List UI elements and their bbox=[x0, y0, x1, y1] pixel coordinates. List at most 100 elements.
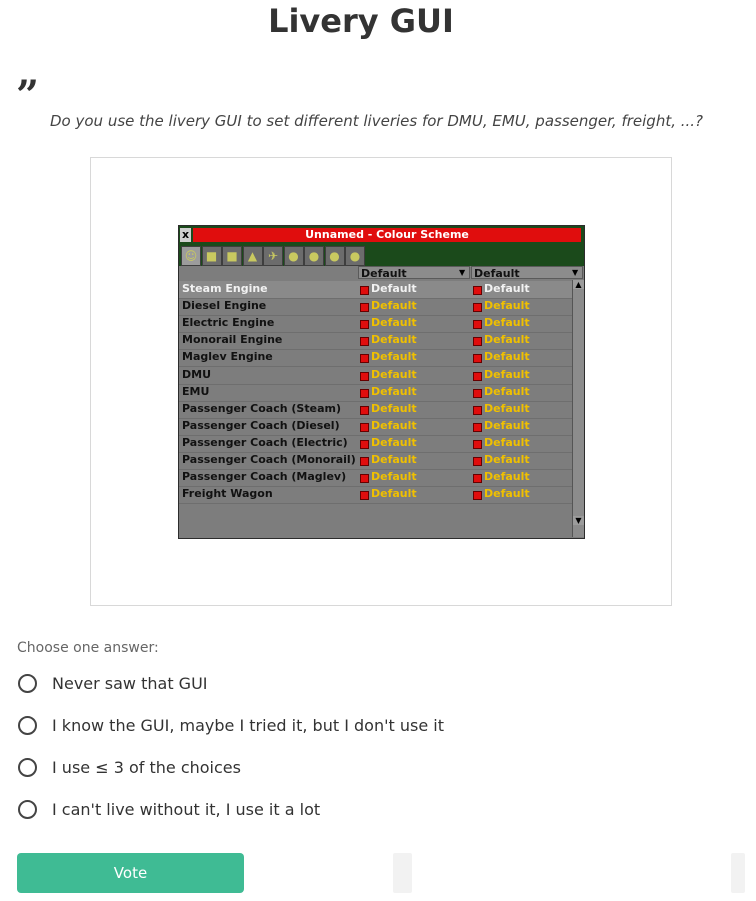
secondary-colour-value[interactable]: Default bbox=[484, 487, 530, 500]
primary-colour-value[interactable]: Default bbox=[371, 487, 417, 500]
livery-row-name: Passenger Coach (Diesel) bbox=[182, 418, 340, 432]
radio-button[interactable] bbox=[18, 800, 37, 819]
livery-row-name: Passenger Coach (Monorail) bbox=[182, 453, 356, 466]
primary-colour-swatch bbox=[360, 439, 369, 449]
primary-colour-header: Default ▼ bbox=[358, 266, 470, 280]
poll-option-label: I use ≤ 3 of the choices bbox=[52, 758, 241, 777]
secondary-colour-value[interactable]: Default bbox=[484, 385, 530, 398]
group-icon-1[interactable]: ● bbox=[283, 246, 304, 266]
livery-list-scrollbar: ▲ ▼ bbox=[572, 280, 584, 537]
secondary-colour-value[interactable]: Default bbox=[484, 436, 530, 449]
livery-row[interactable]: Monorail Engine Default Default bbox=[179, 332, 572, 351]
livery-row-name: Steam Engine bbox=[182, 282, 268, 295]
poll-option-label: I know the GUI, maybe I tried it, but I … bbox=[52, 716, 444, 735]
poll-option-3[interactable]: I use ≤ 3 of the choices bbox=[17, 756, 717, 782]
livery-row-name: Monorail Engine bbox=[182, 333, 283, 347]
close-icon: x bbox=[180, 228, 191, 242]
primary-colour-value[interactable]: Default bbox=[371, 368, 417, 381]
ship-icon[interactable]: ▲ bbox=[242, 246, 263, 266]
primary-colour-value[interactable]: Default bbox=[371, 282, 417, 295]
livery-row[interactable]: Passenger Coach (Diesel) Default Default bbox=[179, 418, 572, 436]
secondary-colour-swatch bbox=[473, 474, 482, 484]
secondary-colour-value[interactable]: Default bbox=[484, 282, 530, 295]
livery-row[interactable]: DMU Default Default bbox=[179, 367, 572, 385]
radio-button[interactable] bbox=[18, 758, 37, 777]
livery-row[interactable]: Diesel Engine Default Default bbox=[179, 298, 572, 317]
livery-row[interactable]: Maglev Engine Default Default bbox=[179, 349, 572, 368]
livery-row[interactable]: Passenger Coach (Electric) Default Default bbox=[179, 435, 572, 453]
livery-row[interactable]: Steam Engine Default Default bbox=[179, 281, 572, 299]
livery-row-name: Passenger Coach (Maglev) bbox=[182, 470, 347, 484]
livery-row-name: Electric Engine bbox=[182, 316, 275, 330]
secondary-colour-value[interactable]: Default bbox=[484, 368, 530, 381]
primary-colour-value[interactable]: Default bbox=[371, 299, 417, 312]
poll-option-2[interactable]: I know the GUI, maybe I tried it, but I … bbox=[17, 714, 717, 740]
livery-row[interactable]: EMU Default Default bbox=[179, 384, 572, 402]
secondary-colour-swatch bbox=[473, 457, 482, 466]
window-title: Unnamed - Colour Scheme bbox=[193, 228, 581, 242]
secondary-colour-value[interactable]: Default bbox=[484, 419, 530, 432]
chevron-down-icon: ▼ bbox=[459, 268, 466, 277]
livery-row-name: Passenger Coach (Steam) bbox=[182, 401, 341, 415]
group-icon-3[interactable]: ● bbox=[324, 246, 345, 266]
livery-row-name: DMU bbox=[182, 367, 212, 381]
train-icon[interactable]: ■ bbox=[201, 246, 222, 266]
secondary-colour-value[interactable]: Default bbox=[484, 333, 530, 346]
company-manager-icon[interactable]: ☺ bbox=[181, 246, 201, 266]
primary-colour-swatch bbox=[360, 371, 369, 381]
livery-row[interactable]: Freight Wagon Default Default bbox=[179, 486, 572, 505]
poll-title: Livery GUI bbox=[268, 2, 454, 40]
poll-option-4[interactable]: I can't live without it, I use it a lot bbox=[17, 798, 717, 824]
scroll-up-icon: ▲ bbox=[573, 280, 584, 289]
aircraft-icon[interactable]: ✈ bbox=[263, 246, 283, 266]
primary-colour-swatch bbox=[360, 303, 369, 313]
primary-colour-value[interactable]: Default bbox=[371, 402, 417, 415]
primary-colour-value[interactable]: Default bbox=[371, 436, 417, 449]
secondary-colour-swatch bbox=[473, 491, 482, 501]
primary-colour-value[interactable]: Default bbox=[371, 316, 417, 329]
primary-colour-value[interactable]: Default bbox=[371, 453, 417, 466]
primary-colour-value[interactable]: Default bbox=[371, 350, 417, 363]
livery-row[interactable]: Passenger Coach (Steam) Default Default bbox=[179, 401, 572, 419]
primary-colour-swatch bbox=[360, 354, 369, 364]
group-icon-2[interactable]: ● bbox=[304, 246, 324, 266]
primary-colour-value[interactable]: Default bbox=[371, 470, 417, 483]
column-headers: Default ▼ Default ▼ bbox=[179, 266, 584, 280]
radio-button[interactable] bbox=[18, 674, 37, 693]
poll-question: Do you use the livery GUI to set differe… bbox=[50, 112, 704, 130]
primary-colour-value[interactable]: Default bbox=[371, 419, 417, 432]
livery-row[interactable]: Passenger Coach (Maglev) Default Default bbox=[179, 469, 572, 488]
livery-row[interactable]: Electric Engine Default Default bbox=[179, 315, 572, 334]
scroll-down-icon: ▼ bbox=[573, 516, 584, 525]
primary-colour-value[interactable]: Default bbox=[371, 385, 417, 398]
secondary-colour-value[interactable]: Default bbox=[484, 453, 530, 466]
primary-colour-swatch bbox=[360, 320, 369, 330]
placeholder-button bbox=[731, 853, 745, 893]
secondary-colour-swatch bbox=[473, 354, 482, 364]
placeholder-button bbox=[393, 853, 412, 893]
primary-colour-swatch bbox=[360, 457, 369, 466]
vote-button[interactable]: Vote bbox=[17, 853, 244, 893]
secondary-colour-value[interactable]: Default bbox=[484, 470, 530, 483]
secondary-colour-swatch bbox=[473, 303, 482, 313]
radio-button[interactable] bbox=[18, 716, 37, 735]
secondary-colour-value[interactable]: Default bbox=[484, 316, 530, 329]
primary-colour-swatch bbox=[360, 422, 369, 432]
livery-row-name: Passenger Coach (Electric) bbox=[182, 435, 348, 449]
road-vehicle-icon[interactable]: ■ bbox=[222, 246, 242, 266]
livery-row[interactable]: Passenger Coach (Monorail) Default Default bbox=[179, 452, 572, 470]
secondary-colour-swatch bbox=[473, 371, 482, 381]
secondary-colour-header: Default ▼ bbox=[471, 266, 583, 280]
secondary-colour-swatch bbox=[473, 388, 482, 398]
window-titlebar: x Unnamed - Colour Scheme bbox=[179, 226, 584, 244]
secondary-colour-swatch bbox=[473, 286, 482, 295]
poll-option-1[interactable]: Never saw that GUI bbox=[17, 672, 717, 698]
primary-colour-swatch bbox=[360, 388, 369, 398]
secondary-colour-value[interactable]: Default bbox=[484, 299, 530, 312]
secondary-colour-value[interactable]: Default bbox=[484, 350, 530, 363]
primary-colour-value[interactable]: Default bbox=[371, 333, 417, 346]
secondary-colour-swatch bbox=[473, 439, 482, 449]
group-icon-4[interactable]: ● bbox=[345, 246, 365, 266]
primary-colour-swatch bbox=[360, 474, 369, 484]
secondary-colour-value[interactable]: Default bbox=[484, 402, 530, 415]
